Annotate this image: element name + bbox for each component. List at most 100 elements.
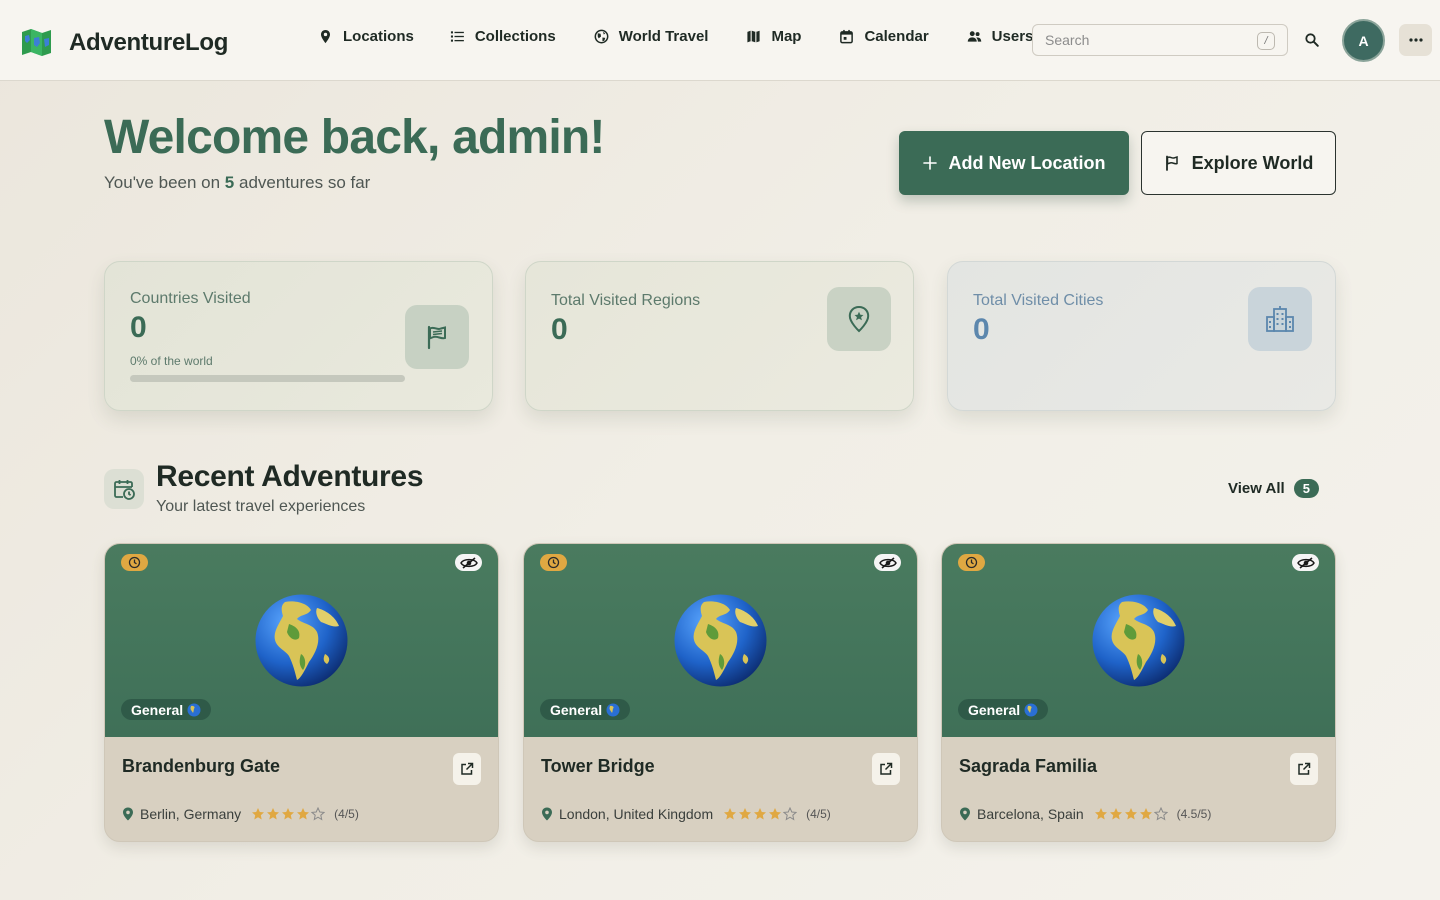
search-field: / (1032, 24, 1288, 56)
map-logo-icon (22, 29, 51, 56)
open-adventure-button[interactable] (453, 753, 481, 785)
star-filled-icon (252, 808, 265, 820)
flag-icon (1165, 155, 1178, 171)
star-empty-icon (783, 807, 798, 821)
stat-label: Total Visited Regions (551, 292, 701, 309)
adventure-location-row: Berlin, Germany (4/5) (122, 806, 359, 822)
stat-value: 0 (551, 313, 568, 346)
stat-label: Total Visited Cities (973, 292, 1104, 309)
nav-label-calendar: Calendar (864, 28, 929, 45)
countries-progress-bar (130, 375, 405, 382)
ellipsis-icon (1408, 38, 1423, 42)
clock-icon (547, 556, 560, 569)
category-label: General (550, 701, 603, 718)
brand[interactable]: AdventureLog (20, 26, 228, 59)
users-icon (967, 31, 981, 42)
nav-item-calendar[interactable]: Calendar (839, 28, 929, 45)
recent-adventures-subtitle: Your latest travel experiences (156, 498, 366, 515)
category-tag: General (540, 699, 631, 720)
subtitle-suffix: adventures so far (234, 173, 371, 192)
globe-illustration-icon (255, 594, 348, 687)
open-adventure-button[interactable] (1290, 753, 1318, 785)
more-menu-button[interactable] (1399, 24, 1432, 56)
star-filled-icon (1139, 808, 1152, 820)
eye-off-icon (1296, 556, 1315, 569)
nav-item-collections[interactable]: Collections (450, 28, 556, 45)
flag-icon (427, 325, 446, 350)
globe-emoji-icon (1024, 703, 1038, 716)
stat-value: 0 (130, 311, 147, 344)
star-rating (251, 807, 326, 821)
star-filled-icon (267, 808, 280, 820)
subtitle-prefix: You've been on (104, 173, 225, 192)
external-link-icon (461, 762, 474, 775)
search-input[interactable] (1045, 32, 1245, 48)
stat-card-regions: Total Visited Regions 0 (525, 261, 914, 411)
location-text: Berlin, Germany (140, 806, 242, 822)
explore-world-button[interactable]: Explore World (1141, 131, 1336, 195)
rating-text: (4.5/5) (1176, 807, 1212, 821)
search-shortcut-key: / (1257, 32, 1275, 50)
nav-label-collections: Collections (474, 28, 556, 45)
main-nav: Locations Collections World Travel Map C… (318, 28, 1033, 45)
star-filled-icon (1109, 808, 1122, 820)
calendar-clock-icon (114, 480, 135, 500)
stat-card-cities: Total Visited Cities 0 (947, 261, 1336, 411)
adventure-count: 5 (224, 173, 235, 192)
city-icon (1266, 306, 1294, 332)
adventure-card[interactable]: General Tower Bridge London, United King… (523, 543, 918, 842)
user-avatar[interactable]: A (1342, 19, 1385, 62)
adventure-card[interactable]: General Sagrada Familia Barcelona, Spain… (941, 543, 1336, 842)
star-filled-icon (754, 808, 767, 820)
star-filled-icon (1124, 808, 1137, 820)
location-text: Barcelona, Spain (977, 806, 1084, 822)
map-pin-star-icon (848, 305, 870, 333)
calendar-icon (840, 29, 854, 44)
globe-icon (594, 29, 609, 44)
location-text: London, United Kingdom (559, 806, 714, 822)
welcome-subtitle: You've been on 5 adventures so far (104, 173, 370, 193)
adventure-title[interactable]: Tower Bridge (541, 756, 655, 777)
adventure-title[interactable]: Brandenburg Gate (122, 756, 280, 777)
card-header-image: General (524, 544, 917, 737)
stat-card-countries: Countries Visited 0 0% of the world (104, 261, 493, 411)
stat-icon-box (405, 305, 469, 369)
star-filled-icon (1094, 808, 1107, 820)
eye-off-icon (459, 556, 478, 569)
nav-item-users[interactable]: Users (967, 28, 1034, 45)
globe-emoji-icon (187, 703, 201, 716)
star-filled-icon (297, 808, 310, 820)
nav-label-users: Users (991, 28, 1034, 45)
explore-world-label: Explore World (1191, 152, 1314, 173)
view-all-button[interactable]: View All 5 (1228, 479, 1319, 498)
open-adventure-button[interactable] (872, 753, 900, 785)
nav-item-map[interactable]: Map (746, 28, 801, 45)
stat-icon-box (1248, 287, 1312, 351)
adventure-card[interactable]: General Brandenburg Gate Berlin, Germany… (104, 543, 499, 842)
external-link-icon (880, 762, 893, 775)
add-new-location-button[interactable]: Add New Location (899, 131, 1129, 195)
plus-icon (922, 156, 937, 170)
rating-text: (4/5) (334, 807, 359, 821)
stat-note: 0% of the world (130, 354, 213, 368)
external-link-icon (1298, 762, 1311, 775)
globe-emoji-icon (606, 703, 620, 716)
map-pin-icon (123, 807, 133, 821)
nav-label-locations: Locations (343, 28, 414, 45)
view-all-count-badge: 5 (1293, 479, 1319, 498)
globe-illustration-icon (1092, 594, 1185, 687)
star-filled-icon (724, 808, 737, 820)
top-navbar: AdventureLog Locations Collections World… (0, 0, 1440, 81)
search-icon[interactable] (1304, 32, 1320, 48)
nav-label-world-travel: World Travel (618, 28, 709, 45)
clock-badge (958, 554, 985, 571)
map-pin-icon (321, 29, 330, 44)
adventure-title[interactable]: Sagrada Familia (959, 756, 1097, 777)
category-label: General (131, 701, 184, 718)
nav-item-locations[interactable]: Locations (318, 28, 414, 45)
star-rating (723, 807, 798, 821)
star-empty-icon (1153, 807, 1168, 821)
nav-item-world-travel[interactable]: World Travel (594, 28, 709, 45)
visibility-badge (874, 554, 901, 571)
clock-badge (540, 554, 567, 571)
